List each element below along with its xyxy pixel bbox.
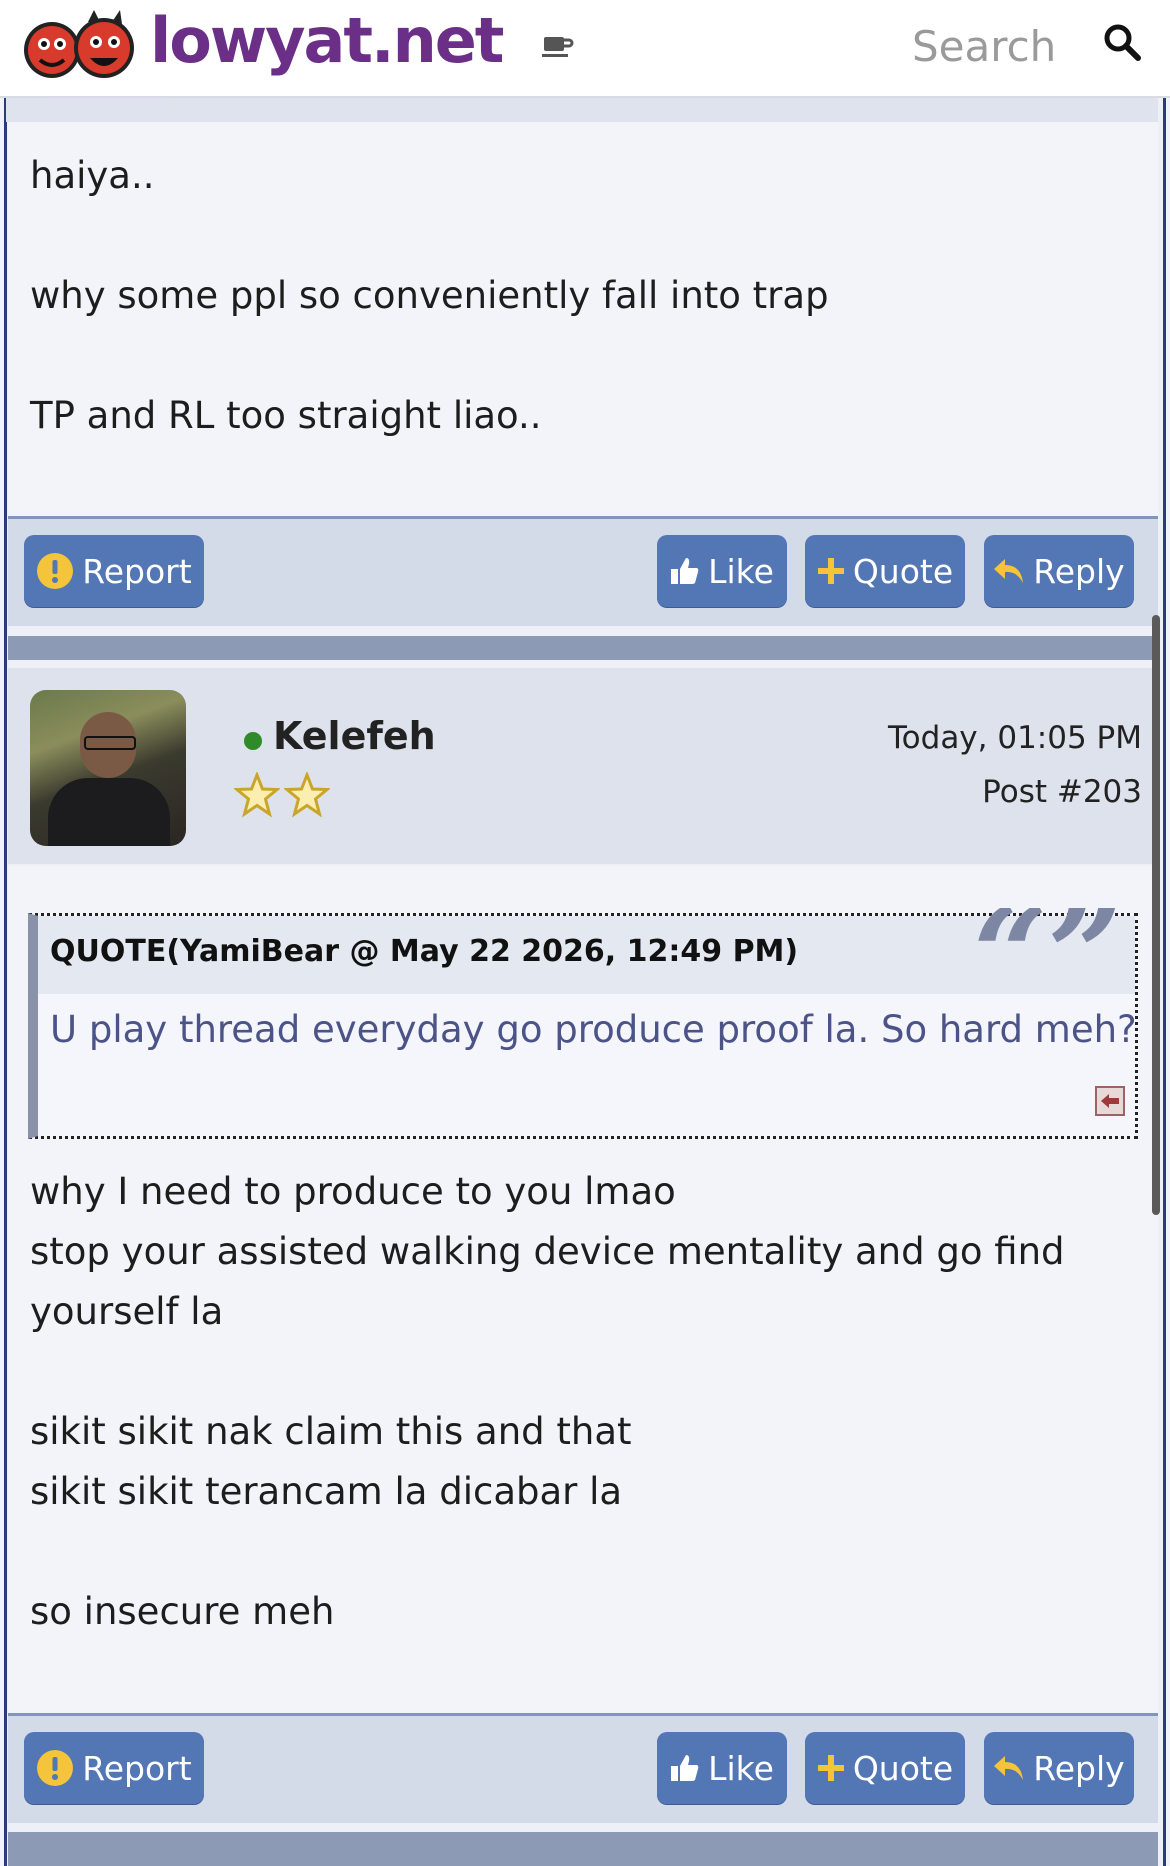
previous-post-header-strip <box>6 96 1158 122</box>
report-button[interactable]: Report <box>24 1732 204 1804</box>
quote-button[interactable]: Quote <box>805 1732 965 1804</box>
post-line: stop your assisted walking device mental… <box>30 1230 1065 1273</box>
quote-title: QUOTE(YamiBear @ May 22 2026, 12:49 PM) <box>50 934 799 969</box>
reply-label: Reply <box>1033 551 1125 591</box>
rank-stars <box>234 772 330 818</box>
warning-icon <box>36 552 74 590</box>
post-author-row: Kelefeh Today, 01:05 PM Post #203 <box>8 668 1158 864</box>
thumbs-up-icon <box>670 1753 700 1783</box>
previous-post-body: haiya.. why some ppl so conveniently fal… <box>8 122 1158 517</box>
search-input[interactable]: Search <box>912 22 1056 71</box>
post-number-link[interactable]: Post #203 <box>982 774 1142 810</box>
report-label: Report <box>82 551 192 591</box>
scrollbar[interactable] <box>1152 615 1160 1215</box>
post-line: why I need to produce to you lmao <box>30 1170 676 1213</box>
plus-icon <box>817 557 845 585</box>
report-label: Report <box>82 1748 192 1788</box>
post-divider <box>8 1832 1158 1866</box>
back-to-quoted-icon[interactable] <box>1095 1086 1125 1116</box>
avatar-glasses <box>84 736 136 750</box>
previous-post-action-bar: Report Like Quote Reply <box>8 516 1158 626</box>
site-brand[interactable]: lowyat.net <box>150 4 504 77</box>
thumbs-up-icon <box>670 556 700 586</box>
post-line: why some ppl so conveniently fall into t… <box>30 274 829 317</box>
star-icon <box>234 772 280 818</box>
reply-button[interactable]: Reply <box>984 535 1134 607</box>
svg-text:“”: “” <box>973 908 1123 988</box>
like-label: Like <box>708 551 774 591</box>
like-button[interactable]: Like <box>657 1732 787 1804</box>
reply-arrow-icon <box>993 557 1025 585</box>
post-line: TP and RL too straight liao.. <box>30 394 542 437</box>
post-line: sikit sikit terancam la dicabar la <box>30 1470 623 1513</box>
post-timestamp: Today, 01:05 PM <box>888 720 1142 756</box>
avatar[interactable] <box>30 690 186 846</box>
plus-icon <box>817 1754 845 1782</box>
avatar-shirt <box>48 778 170 846</box>
reply-arrow-icon <box>993 1754 1025 1782</box>
username[interactable]: Kelefeh <box>273 714 436 758</box>
reply-label: Reply <box>1033 1748 1125 1788</box>
mascot-logo-icon[interactable] <box>22 8 137 92</box>
reply-button[interactable]: Reply <box>984 1732 1134 1804</box>
quote-header: QUOTE(YamiBear @ May 22 2026, 12:49 PM) … <box>38 908 1135 994</box>
report-button[interactable]: Report <box>24 535 204 607</box>
quote-label: Quote <box>852 1748 954 1788</box>
post-divider <box>8 636 1158 660</box>
like-label: Like <box>708 1748 774 1788</box>
warning-icon <box>36 1749 74 1787</box>
quote-label: Quote <box>852 551 954 591</box>
online-status-dot <box>244 732 262 750</box>
quote-block: QUOTE(YamiBear @ May 22 2026, 12:49 PM) … <box>28 908 1138 1139</box>
like-button[interactable]: Like <box>657 535 787 607</box>
coffee-cup-icon[interactable] <box>542 32 574 67</box>
post-line: haiya.. <box>30 154 155 197</box>
post-line: yourself la <box>30 1290 224 1333</box>
quote-marks-icon: “” <box>973 908 1123 988</box>
post-line: sikit sikit nak claim this and that <box>30 1410 632 1453</box>
quote-text: U play thread everyday go produce proof … <box>50 1008 1137 1051</box>
site-header: lowyat.net Search <box>0 0 1170 98</box>
star-icon <box>284 772 330 818</box>
search-icon[interactable] <box>1102 22 1142 62</box>
post-line: so insecure meh <box>30 1590 335 1633</box>
post-action-bar: Report Like Quote Reply <box>8 1713 1158 1823</box>
quote-button[interactable]: Quote <box>805 535 965 607</box>
